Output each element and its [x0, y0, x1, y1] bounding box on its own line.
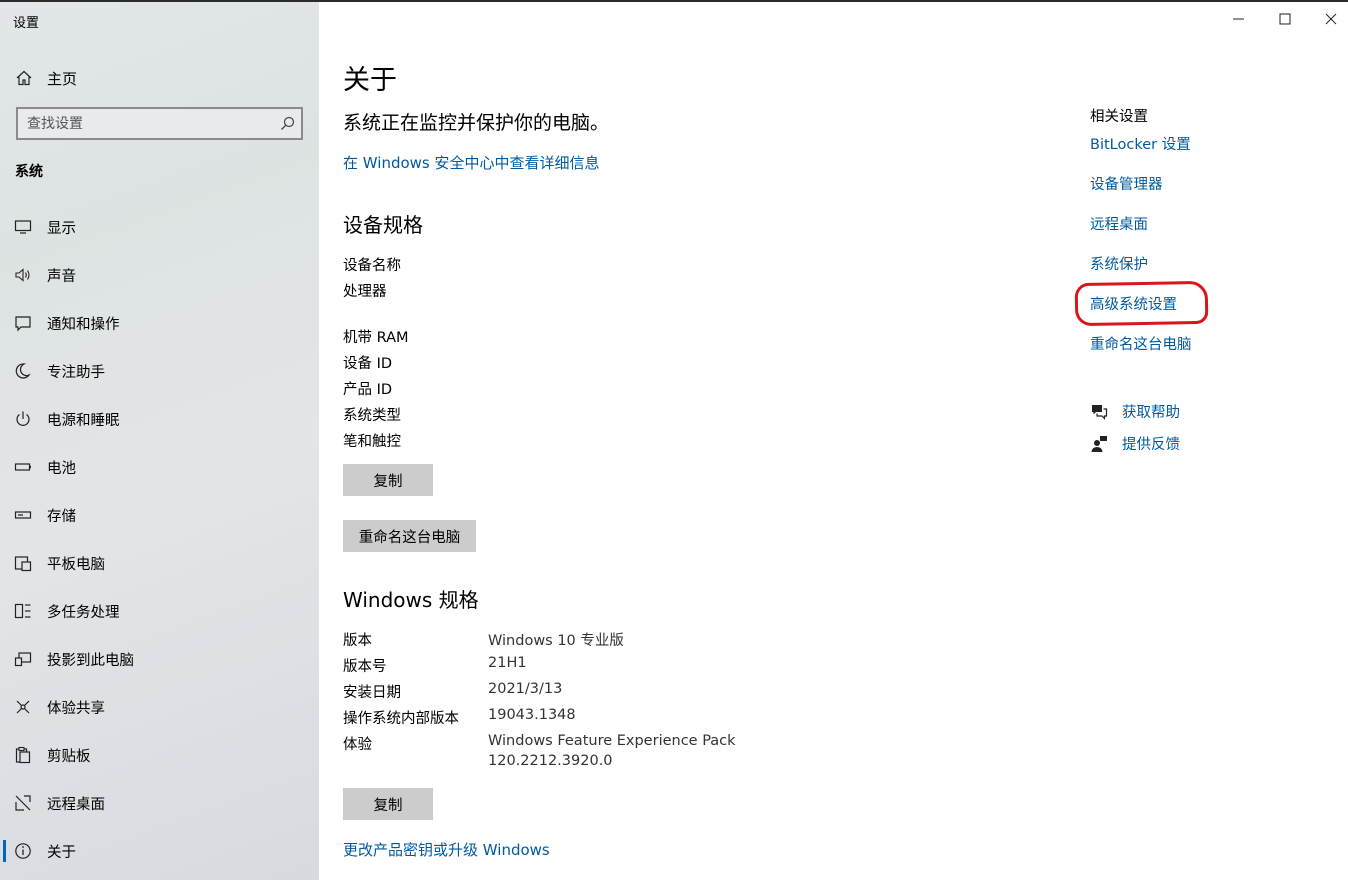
spec-label-processor: 处理器	[343, 284, 387, 300]
system-protection-link[interactable]: 系统保护	[1090, 253, 1148, 274]
sidebar-item-sound[interactable]: 声音	[0, 255, 319, 295]
maximize-icon	[1279, 13, 1291, 25]
windows-specs-heading: Windows 规格	[343, 588, 479, 612]
sidebar-home[interactable]: 主页	[0, 65, 319, 91]
sidebar: 设置 主页 系统 显示 声音 通知和操作	[0, 2, 319, 880]
search-icon[interactable]	[280, 116, 295, 131]
sidebar-item-label: 电源和睡眠	[47, 413, 120, 429]
share-icon	[16, 700, 30, 714]
rename-pc-button[interactable]: 重命名这台电脑	[343, 520, 476, 552]
security-center-link[interactable]: 在 Windows 安全中心中查看详细信息	[343, 152, 600, 173]
sidebar-item-label: 存储	[47, 509, 76, 525]
feedback-row[interactable]: 提供反馈	[1090, 433, 1290, 455]
close-button[interactable]	[1308, 4, 1348, 34]
win-value-edition: Windows 10 专业版	[488, 633, 624, 649]
power-icon	[16, 411, 30, 426]
sidebar-item-shared-experiences[interactable]: 体验共享	[0, 687, 319, 727]
win-label-version: 版本号	[343, 659, 387, 675]
bitlocker-settings-link[interactable]: BitLocker 设置	[1090, 133, 1191, 154]
spec-label-device-id: 设备 ID	[343, 356, 393, 372]
minimize-button[interactable]	[1216, 4, 1262, 34]
sidebar-item-power-sleep[interactable]: 电源和睡眠	[0, 399, 319, 439]
win-value-install-date: 2021/3/13	[488, 681, 563, 697]
search-input[interactable]	[18, 109, 273, 138]
sidebar-item-label: 显示	[47, 221, 76, 237]
feedback-link[interactable]: 提供反馈	[1122, 433, 1180, 454]
win-value-os-build: 19043.1348	[488, 707, 576, 723]
sidebar-item-label: 体验共享	[47, 701, 105, 717]
sidebar-item-notifications[interactable]: 通知和操作	[0, 303, 319, 343]
sidebar-item-label: 投影到此电脑	[47, 653, 134, 669]
spec-label-ram: 机带 RAM	[343, 330, 409, 346]
copy-device-specs-button[interactable]: 复制	[343, 464, 433, 496]
home-icon	[16, 70, 32, 86]
app-title: 设置	[13, 16, 40, 31]
win-value-version: 21H1	[488, 655, 527, 671]
sidebar-item-project-to-pc[interactable]: 投影到此电脑	[0, 639, 319, 679]
search-box[interactable]	[16, 107, 303, 140]
remote-desktop-icon	[15, 795, 31, 811]
sidebar-item-label: 电池	[47, 461, 76, 477]
get-help-row[interactable]: 获取帮助	[1090, 401, 1290, 423]
copy-windows-specs-button[interactable]: 复制	[343, 788, 433, 820]
protection-status: 系统正在监控并保护你的电脑。	[343, 112, 610, 134]
sidebar-item-focus-assist[interactable]: 专注助手	[0, 351, 319, 391]
sidebar-item-label: 关于	[47, 845, 76, 861]
highlight-annotation-ring	[1074, 280, 1209, 327]
sidebar-item-label: 平板电脑	[47, 557, 105, 573]
sound-icon	[15, 268, 30, 282]
remote-desktop-link[interactable]: 远程桌面	[1090, 213, 1148, 234]
tablet-icon	[14, 556, 32, 572]
project-icon	[14, 652, 32, 667]
clipboard-icon	[15, 746, 31, 764]
win-label-install-date: 安装日期	[343, 685, 401, 701]
win-value-experience: Windows Feature Experience Pack	[488, 733, 736, 749]
help-chat-icon	[1092, 405, 1108, 420]
minimize-icon	[1233, 18, 1244, 20]
sidebar-item-display[interactable]: 显示	[0, 207, 319, 247]
sidebar-item-clipboard[interactable]: 剪贴板	[0, 735, 319, 775]
page-title: 关于	[343, 65, 397, 96]
win-value-experience-version: 120.2212.3920.0	[488, 753, 613, 769]
device-manager-link[interactable]: 设备管理器	[1090, 173, 1163, 194]
sidebar-item-multitasking[interactable]: 多任务处理	[0, 591, 319, 631]
spec-label-pen-touch: 笔和触控	[343, 434, 401, 450]
win-label-experience: 体验	[343, 737, 372, 753]
sidebar-item-label: 通知和操作	[47, 317, 120, 333]
device-specs-heading: 设备规格	[343, 213, 423, 237]
get-help-link[interactable]: 获取帮助	[1122, 401, 1180, 422]
sidebar-item-label: 专注助手	[47, 365, 105, 381]
sidebar-item-tablet[interactable]: 平板电脑	[0, 543, 319, 583]
spec-label-device-name: 设备名称	[343, 258, 401, 274]
maximize-button[interactable]	[1262, 4, 1308, 34]
sidebar-item-label: 多任务处理	[47, 605, 120, 621]
display-icon	[14, 220, 32, 234]
multitask-icon	[14, 603, 31, 619]
sidebar-item-storage[interactable]: 存储	[0, 495, 319, 535]
win-label-edition: 版本	[343, 633, 372, 649]
sidebar-item-battery[interactable]: 电池	[0, 447, 319, 487]
upgrade-windows-link[interactable]: 更改产品密钥或升级 Windows	[343, 839, 550, 860]
notification-icon	[15, 316, 31, 332]
sidebar-item-label: 声音	[47, 269, 76, 285]
sidebar-item-about[interactable]: 关于	[0, 831, 319, 871]
sidebar-item-label: 远程桌面	[47, 797, 105, 813]
rename-pc-link[interactable]: 重命名这台电脑	[1090, 333, 1192, 354]
close-icon	[1325, 13, 1337, 25]
sidebar-item-remote-desktop[interactable]: 远程桌面	[0, 783, 319, 823]
related-settings-title: 相关设置	[1090, 109, 1148, 125]
sidebar-home-label: 主页	[47, 70, 78, 88]
battery-icon	[14, 463, 31, 471]
sidebar-item-label: 剪贴板	[47, 749, 91, 765]
moon-icon	[15, 363, 31, 379]
feedback-person-icon	[1091, 436, 1107, 452]
spec-label-system-type: 系统类型	[343, 408, 401, 424]
section-label-system: 系统	[15, 164, 43, 180]
spec-label-product-id: 产品 ID	[343, 382, 393, 398]
storage-icon	[14, 511, 32, 519]
win-label-os-build: 操作系统内部版本	[343, 711, 459, 727]
info-icon	[15, 843, 31, 859]
